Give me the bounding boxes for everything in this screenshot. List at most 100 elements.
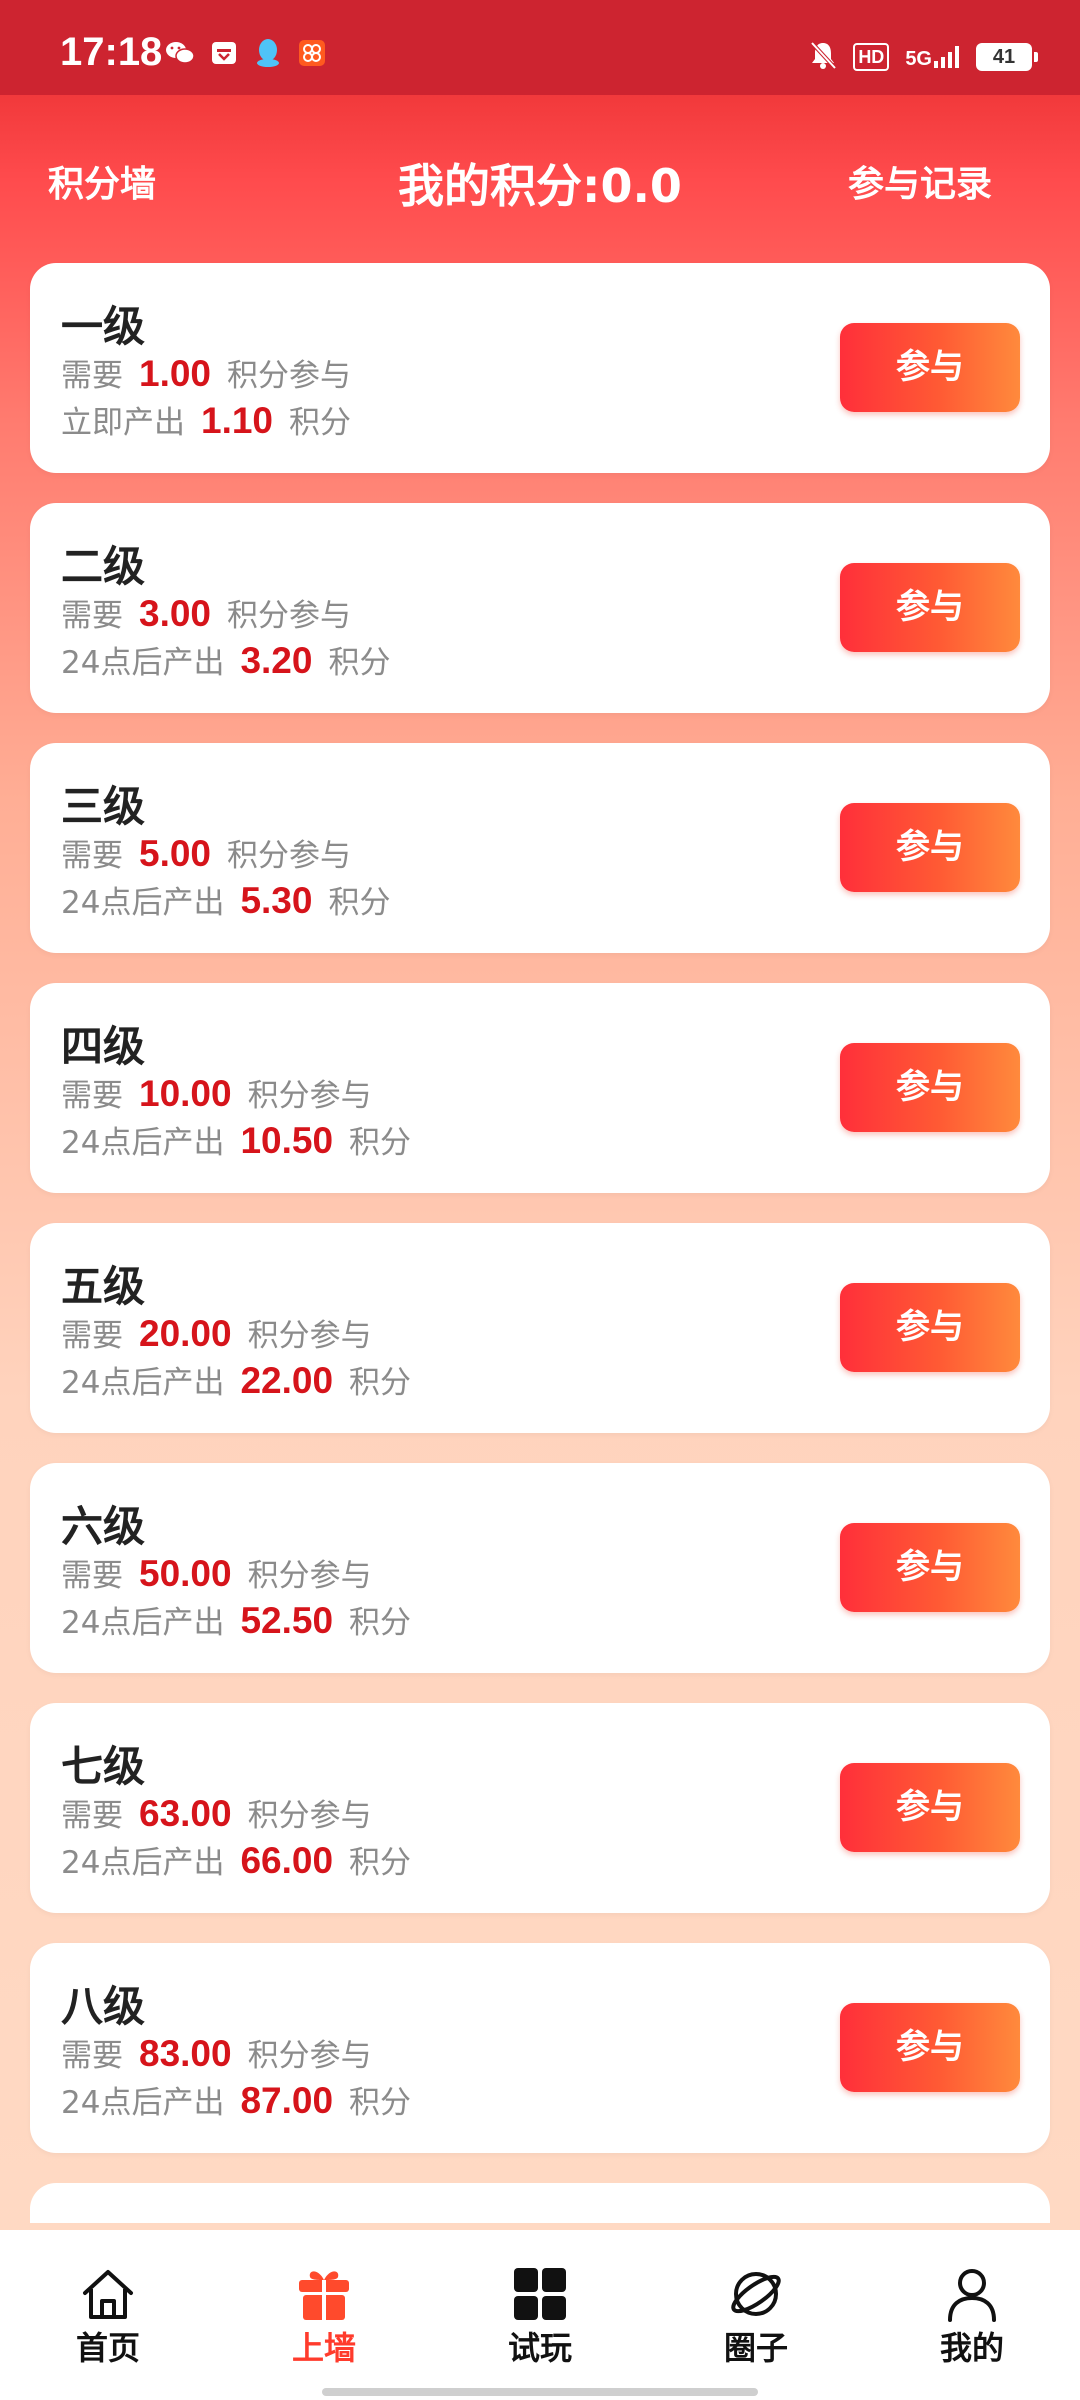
nav-circle[interactable]: 圈子 — [686, 2265, 826, 2369]
requirement-line: 需要 5.00 积分参与 — [61, 830, 351, 875]
level-title: 八级 — [61, 1982, 146, 2031]
need-suffix: 积分参与 — [247, 1798, 372, 1834]
nav-label: 我的 — [939, 2329, 1004, 2367]
level-title: 五级 — [61, 1262, 146, 1311]
join-button[interactable]: 参与 — [840, 803, 1020, 892]
output-line: 24点后产出 66.00 积分 — [61, 1837, 411, 1882]
need-value: 3.00 — [139, 593, 212, 634]
output-prefix: 24点后产出 — [61, 1845, 225, 1881]
next-level-card-partial — [30, 2183, 1050, 2223]
output-value: 66.00 — [240, 1840, 334, 1881]
join-button[interactable]: 参与 — [840, 563, 1020, 652]
output-prefix: 24点后产出 — [61, 2085, 225, 2121]
mute-bell-icon — [809, 40, 837, 74]
output-value: 87.00 — [240, 2080, 334, 2121]
output-suffix: 积分 — [328, 645, 391, 681]
gift-icon — [294, 2265, 354, 2323]
level-list: 一级 需要 1.00 积分参与 立即产出 1.10 积分 参与 二级 需要 3.00 积分参… — [30, 263, 1050, 2183]
level-card: 八级 需要 83.00 积分参与 24点后产出 87.00 积分 参与 — [30, 1943, 1050, 2153]
need-value: 83.00 — [139, 2033, 232, 2074]
requirement-line: 需要 10.00 积分参与 — [61, 1070, 372, 1115]
join-button[interactable]: 参与 — [840, 1283, 1020, 1372]
nav-wall[interactable]: 上墙 — [254, 2265, 394, 2369]
output-line: 24点后产出 87.00 积分 — [61, 2077, 411, 2122]
signal-icon: 5G — [905, 46, 960, 69]
need-prefix: 需要 — [61, 1558, 123, 1594]
output-line: 24点后产出 5.30 积分 — [61, 877, 390, 922]
bottom-nav: 首页 上墙 试玩 圈子 我的 — [0, 2230, 1080, 2400]
level-card: 三级 需要 5.00 积分参与 24点后产出 5.30 积分 参与 — [30, 743, 1050, 953]
level-card: 六级 需要 50.00 积分参与 24点后产出 52.50 积分 参与 — [30, 1463, 1050, 1673]
output-suffix: 积分 — [349, 1845, 412, 1881]
qq-icon — [253, 38, 283, 68]
output-value: 52.50 — [240, 1600, 334, 1641]
requirement-line: 需要 50.00 积分参与 — [61, 1550, 372, 1595]
nav-home[interactable]: 首页 — [38, 2265, 178, 2369]
home-indicator[interactable] — [322, 2388, 758, 2396]
need-prefix: 需要 — [61, 1078, 123, 1114]
output-suffix: 积分 — [349, 1365, 412, 1401]
need-prefix: 需要 — [61, 358, 123, 394]
need-value: 20.00 — [139, 1313, 232, 1354]
join-button[interactable]: 参与 — [840, 323, 1020, 412]
output-line: 24点后产出 3.20 积分 — [61, 637, 390, 682]
need-suffix: 积分参与 — [247, 1318, 372, 1354]
output-value: 22.00 — [240, 1360, 334, 1401]
level-title: 六级 — [61, 1502, 146, 1551]
level-card: 二级 需要 3.00 积分参与 24点后产出 3.20 积分 参与 — [30, 503, 1050, 713]
level-title: 二级 — [61, 542, 146, 591]
level-card: 四级 需要 10.00 积分参与 24点后产出 10.50 积分 参与 — [30, 983, 1050, 1193]
need-prefix: 需要 — [61, 1318, 123, 1354]
need-value: 1.00 — [139, 353, 212, 394]
need-prefix: 需要 — [61, 598, 123, 634]
output-value: 3.20 — [240, 640, 313, 681]
nav-trial[interactable]: 试玩 — [470, 2265, 610, 2369]
level-title: 三级 — [61, 782, 146, 831]
requirement-line: 需要 63.00 积分参与 — [61, 1790, 372, 1835]
nav-label: 首页 — [75, 2329, 140, 2367]
need-prefix: 需要 — [61, 2038, 123, 2074]
level-title: 七级 — [61, 1742, 146, 1791]
requirement-line: 需要 1.00 积分参与 — [61, 350, 351, 395]
output-value: 1.10 — [201, 400, 274, 441]
user-icon — [942, 2265, 1002, 2323]
output-value: 5.30 — [240, 880, 313, 921]
output-prefix: 24点后产出 — [61, 885, 225, 921]
need-value: 63.00 — [139, 1793, 232, 1834]
need-value: 50.00 — [139, 1553, 232, 1594]
output-value: 10.50 — [240, 1120, 334, 1161]
join-button[interactable]: 参与 — [840, 1523, 1020, 1612]
need-suffix: 积分参与 — [247, 1558, 372, 1594]
output-suffix: 积分 — [349, 1605, 412, 1641]
join-button[interactable]: 参与 — [840, 2003, 1020, 2092]
output-prefix: 24点后产出 — [61, 1125, 225, 1161]
battery-indicator: 41 — [976, 43, 1038, 71]
output-prefix: 24点后产出 — [61, 1365, 225, 1401]
home-icon — [78, 2265, 138, 2323]
output-suffix: 积分 — [289, 405, 352, 441]
output-line: 24点后产出 52.50 积分 — [61, 1597, 411, 1642]
output-prefix: 24点后产出 — [61, 1605, 225, 1641]
level-title: 四级 — [61, 1022, 146, 1071]
output-line: 24点后产出 22.00 积分 — [61, 1357, 411, 1402]
taobao-icon — [297, 38, 327, 68]
level-card: 五级 需要 20.00 积分参与 24点后产出 22.00 积分 参与 — [30, 1223, 1050, 1433]
requirement-line: 需要 3.00 积分参与 — [61, 590, 351, 635]
requirement-line: 需要 83.00 积分参与 — [61, 2030, 372, 2075]
need-prefix: 需要 — [61, 838, 123, 874]
level-title: 一级 — [61, 302, 146, 351]
app-store-icon — [209, 38, 239, 68]
need-suffix: 积分参与 — [247, 2038, 372, 2074]
output-line: 24点后产出 10.50 积分 — [61, 1117, 411, 1162]
page-header: 积分墙 我的积分:0.0 参与记录 — [0, 95, 1080, 260]
nav-mine[interactable]: 我的 — [902, 2265, 1042, 2369]
join-button[interactable]: 参与 — [840, 1763, 1020, 1852]
join-button[interactable]: 参与 — [840, 1043, 1020, 1132]
system-icons: HD 5G 41 — [809, 40, 1038, 74]
output-suffix: 积分 — [349, 2085, 412, 2121]
output-suffix: 积分 — [349, 1125, 412, 1161]
need-value: 10.00 — [139, 1073, 232, 1114]
participation-record-link[interactable]: 参与记录 — [848, 155, 992, 207]
need-suffix: 积分参与 — [227, 358, 352, 394]
need-suffix: 积分参与 — [247, 1078, 372, 1114]
